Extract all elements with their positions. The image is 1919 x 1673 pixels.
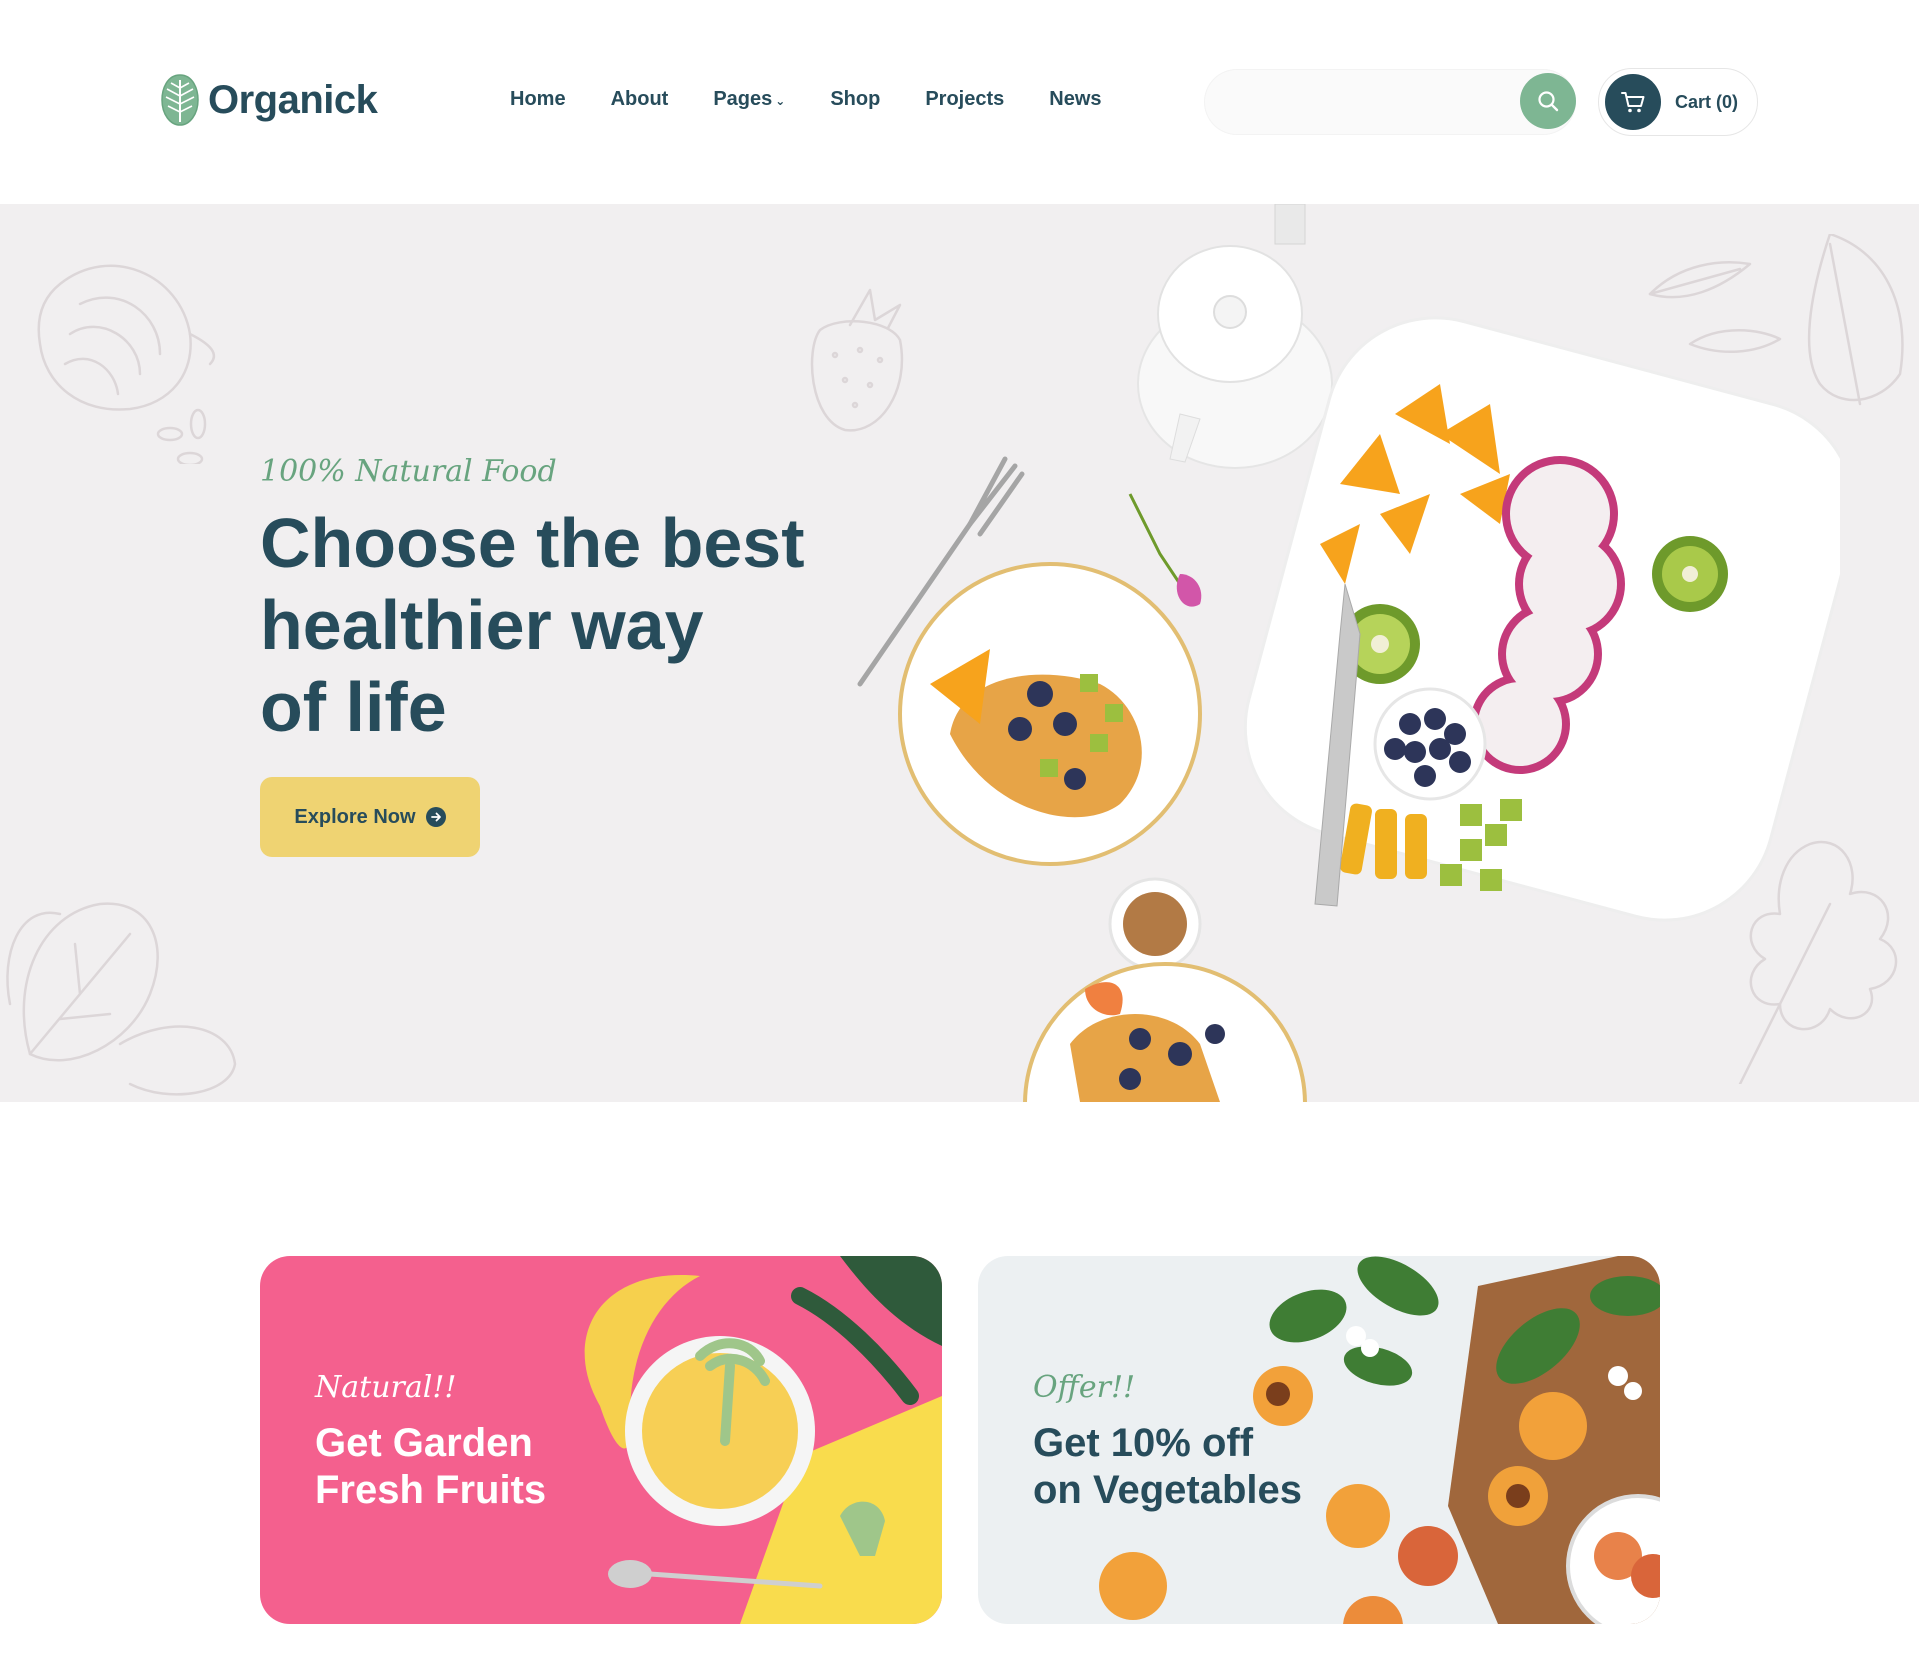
nav-home-label: Home — [510, 88, 566, 110]
hero-subtitle: 100% Natural Food — [260, 454, 557, 489]
banner-title: Get Garden Fresh Fruits — [315, 1420, 546, 1514]
cart-button[interactable]: Cart (0) — [1598, 68, 1758, 136]
hero-title-line: of life — [260, 668, 447, 746]
nav-pages[interactable]: Pages ⌄ — [713, 88, 785, 111]
teapot-image — [1137, 204, 1333, 469]
search-input[interactable] — [1228, 83, 1488, 121]
hero-section: 100% Natural Food Choose the best health… — [0, 204, 1919, 1102]
search-bar — [1204, 69, 1576, 135]
main-nav: Home About Pages ⌄ Shop Projects News — [510, 88, 1147, 111]
nav-projects[interactable]: Projects — [925, 88, 1004, 111]
cart-icon — [1621, 92, 1645, 113]
nav-home[interactable]: Home — [510, 88, 566, 111]
pancake-plate-image — [898, 562, 1202, 866]
explore-now-button[interactable]: Explore Now — [260, 777, 480, 857]
hero-food-image — [857, 204, 1840, 1102]
nav-pages-label: Pages — [713, 88, 773, 110]
nav-about-label: About — [610, 88, 669, 110]
banner-title: Get 10% off on Vegetables — [1033, 1420, 1302, 1514]
search-button[interactable] — [1520, 73, 1576, 129]
site-header: Organick Home About Pages ⌄ Shop Projects… — [0, 0, 1919, 204]
banner-title-line: Get Garden — [315, 1421, 533, 1465]
brand-logo[interactable]: Organick — [160, 72, 378, 128]
chevron-down-icon: ⌄ — [775, 93, 786, 108]
onion-doodle-icon — [37, 264, 216, 464]
promo-banner-fruits[interactable]: Natural!! Get Garden Fresh Fruits — [260, 1256, 942, 1624]
brand-name: Organick — [208, 77, 378, 122]
promo-banner-vegetables[interactable]: Offer!! Get 10% off on Vegetables — [978, 1256, 1660, 1624]
nav-shop[interactable]: Shop — [830, 88, 880, 111]
banner-title-line: Get 10% off — [1033, 1421, 1254, 1465]
spinach-doodle-icon — [6, 902, 237, 1096]
flower-image — [1128, 493, 1202, 607]
nav-about[interactable]: About — [611, 88, 669, 111]
hero-title-line: Choose the best — [260, 504, 805, 582]
banner-subtitle: Offer!! — [1033, 1370, 1136, 1405]
explore-now-label: Explore Now — [294, 805, 416, 828]
nav-projects-label: Projects — [925, 88, 1005, 110]
nav-news-label: News — [1049, 88, 1102, 110]
bottom-plate-image — [1023, 962, 1307, 1102]
search-icon — [1538, 91, 1559, 112]
hero-title: Choose the best healthier way of life — [260, 502, 900, 748]
nav-news[interactable]: News — [1049, 88, 1101, 111]
banner-title-line: Fresh Fruits — [315, 1468, 547, 1512]
leaf-logo-icon — [161, 74, 199, 126]
banner-subtitle: Natural!! — [315, 1370, 457, 1405]
cart-icon-wrap — [1605, 74, 1661, 130]
cart-label: Cart (0) — [1675, 91, 1739, 112]
banner-title-line: on Vegetables — [1033, 1468, 1302, 1512]
hero-title-line: healthier way — [260, 586, 704, 664]
nav-shop-label: Shop — [830, 88, 881, 110]
arrow-right-icon — [425, 807, 446, 827]
